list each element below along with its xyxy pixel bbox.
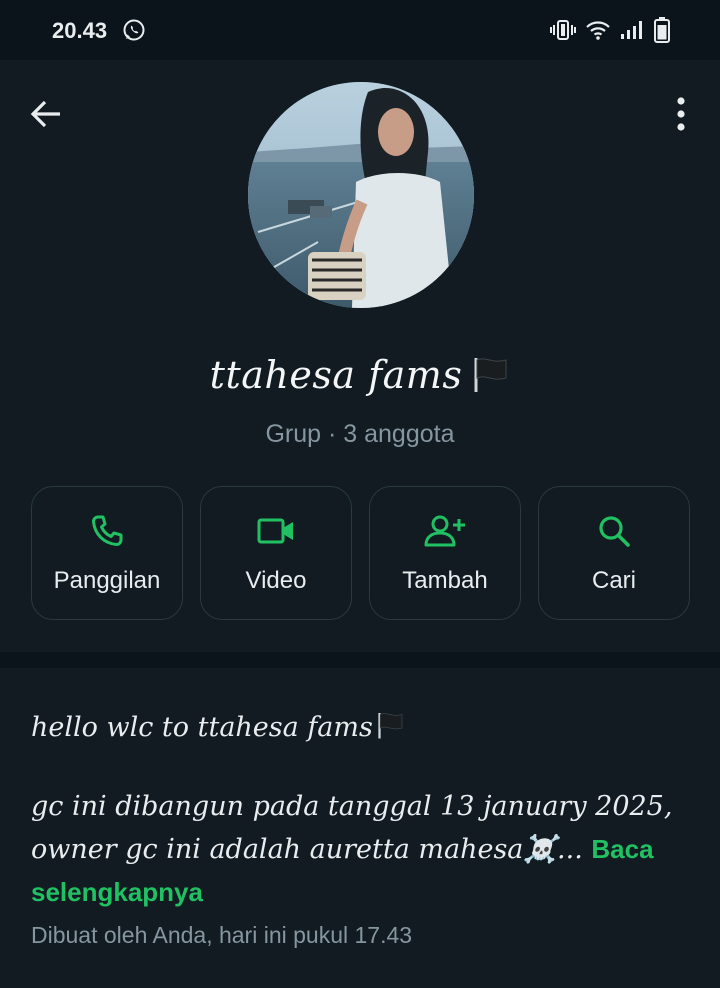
arrow-left-icon [30, 100, 60, 128]
group-info-panel: ttahesa fams Grup · 3 anggota Panggilan … [0, 60, 720, 652]
wifi-icon [586, 20, 610, 40]
description-title-text: hello wlc to ttahesa fams [31, 712, 373, 743]
video-label: Video [245, 567, 307, 594]
video-button[interactable]: Video [200, 486, 352, 620]
black-flag-icon [375, 710, 405, 747]
video-icon [257, 518, 293, 544]
add-member-label: Tambah [402, 567, 488, 594]
call-button[interactable]: Panggilan [31, 486, 183, 620]
group-avatar[interactable] [248, 82, 474, 308]
description-title: hello wlc to ttahesa fams [31, 710, 405, 747]
more-options-button[interactable] [664, 92, 698, 136]
whatsapp-icon [122, 18, 146, 42]
group-member-count: Grup · 3 anggota [265, 420, 455, 448]
search-button[interactable]: Cari [538, 486, 690, 620]
action-buttons: Panggilan Video Tambah Cari [31, 486, 690, 620]
add-member-button[interactable]: Tambah [369, 486, 521, 620]
phone-icon [92, 515, 123, 546]
group-description-panel[interactable]: hello wlc to ttahesa fams gc ini dibangu… [0, 668, 720, 988]
group-name-text: ttahesa fams [209, 353, 463, 397]
description-body: gc ini dibangun pada tanggal 13 january … [31, 786, 691, 914]
vibrate-icon [550, 19, 576, 41]
add-person-icon [424, 515, 465, 547]
back-button[interactable] [24, 92, 68, 136]
battery-icon [654, 17, 670, 43]
section-divider [0, 652, 720, 668]
group-name: ttahesa fams [0, 353, 720, 403]
description-text: gc ini dibangun pada tanggal 13 january … [31, 791, 673, 865]
status-time: 20.43 [52, 18, 108, 43]
black-flag-icon [470, 354, 510, 403]
search-label: Cari [591, 567, 636, 594]
more-vertical-icon [677, 97, 685, 131]
search-icon [599, 516, 630, 547]
signal-icon [620, 20, 644, 40]
created-info: Dibuat oleh Anda, hari ini pukul 17.43 [31, 922, 413, 948]
call-label: Panggilan [53, 567, 161, 594]
status-bar: 20.43 [0, 0, 720, 60]
